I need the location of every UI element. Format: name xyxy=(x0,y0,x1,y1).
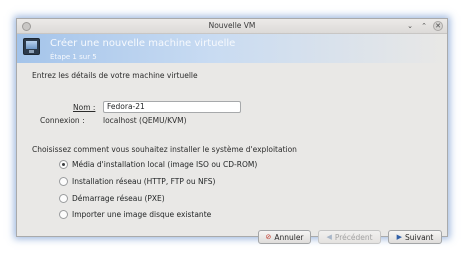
wizard-title: Créer une nouvelle machine virtuelle xyxy=(50,38,236,49)
next-button[interactable]: ▶ Suivant xyxy=(388,230,442,244)
cancel-label: Annuler xyxy=(274,232,304,242)
name-field[interactable]: Fedora-21 xyxy=(103,101,241,113)
maximize-button[interactable]: ⌃ xyxy=(419,21,429,31)
window-title: Nouvelle VM xyxy=(208,21,256,30)
radio-button[interactable] xyxy=(59,177,68,186)
minimize-button[interactable]: ⌄ xyxy=(405,21,415,31)
title-bar[interactable]: Nouvelle VM ⌄ ⌃ ✕ xyxy=(17,19,447,34)
previous-button[interactable]: ◀ Précédent xyxy=(318,230,381,244)
arrow-right-icon: ▶ xyxy=(396,233,403,241)
connection-label: Connexion : xyxy=(40,116,85,125)
install-question: Choisissez comment vous souhaitez instal… xyxy=(32,145,297,154)
previous-label: Précédent xyxy=(334,232,373,242)
radio-local-media[interactable]: Média d'installation local (image ISO ou… xyxy=(59,159,257,170)
details-intro: Entrez les détails de votre machine virt… xyxy=(32,71,198,80)
close-button[interactable]: ✕ xyxy=(433,21,443,31)
name-label: Nom : xyxy=(73,103,96,112)
arrow-left-icon: ◀ xyxy=(326,233,332,241)
cancel-button[interactable]: ⊘ Annuler xyxy=(258,230,311,244)
radio-button[interactable] xyxy=(59,194,68,203)
radio-button[interactable] xyxy=(59,210,68,219)
radio-pxe-boot[interactable]: Démarrage réseau (PXE) xyxy=(59,193,165,204)
wizard-step: Étape 1 sur 5 xyxy=(50,53,97,61)
wizard-header: Créer une nouvelle machine virtuelle Éta… xyxy=(17,34,447,63)
radio-label: Installation réseau (HTTP, FTP ou NFS) xyxy=(72,177,216,186)
radio-network-install[interactable]: Installation réseau (HTTP, FTP ou NFS) xyxy=(59,176,215,187)
radio-button[interactable] xyxy=(59,160,68,169)
radio-label: Média d'installation local (image ISO ou… xyxy=(72,160,258,169)
monitor-icon xyxy=(23,38,40,55)
new-vm-dialog: Nouvelle VM ⌄ ⌃ ✕ Créer une nouvelle mac… xyxy=(16,18,448,244)
radio-label: Démarrage réseau (PXE) xyxy=(72,194,165,203)
cancel-icon: ⊘ xyxy=(265,233,272,241)
radio-import-disk[interactable]: Importer une image disque existante xyxy=(59,209,211,220)
radio-label: Importer une image disque existante xyxy=(72,210,212,219)
next-label: Suivant xyxy=(405,232,434,242)
connection-value: localhost (QEMU/KVM) xyxy=(103,116,187,125)
